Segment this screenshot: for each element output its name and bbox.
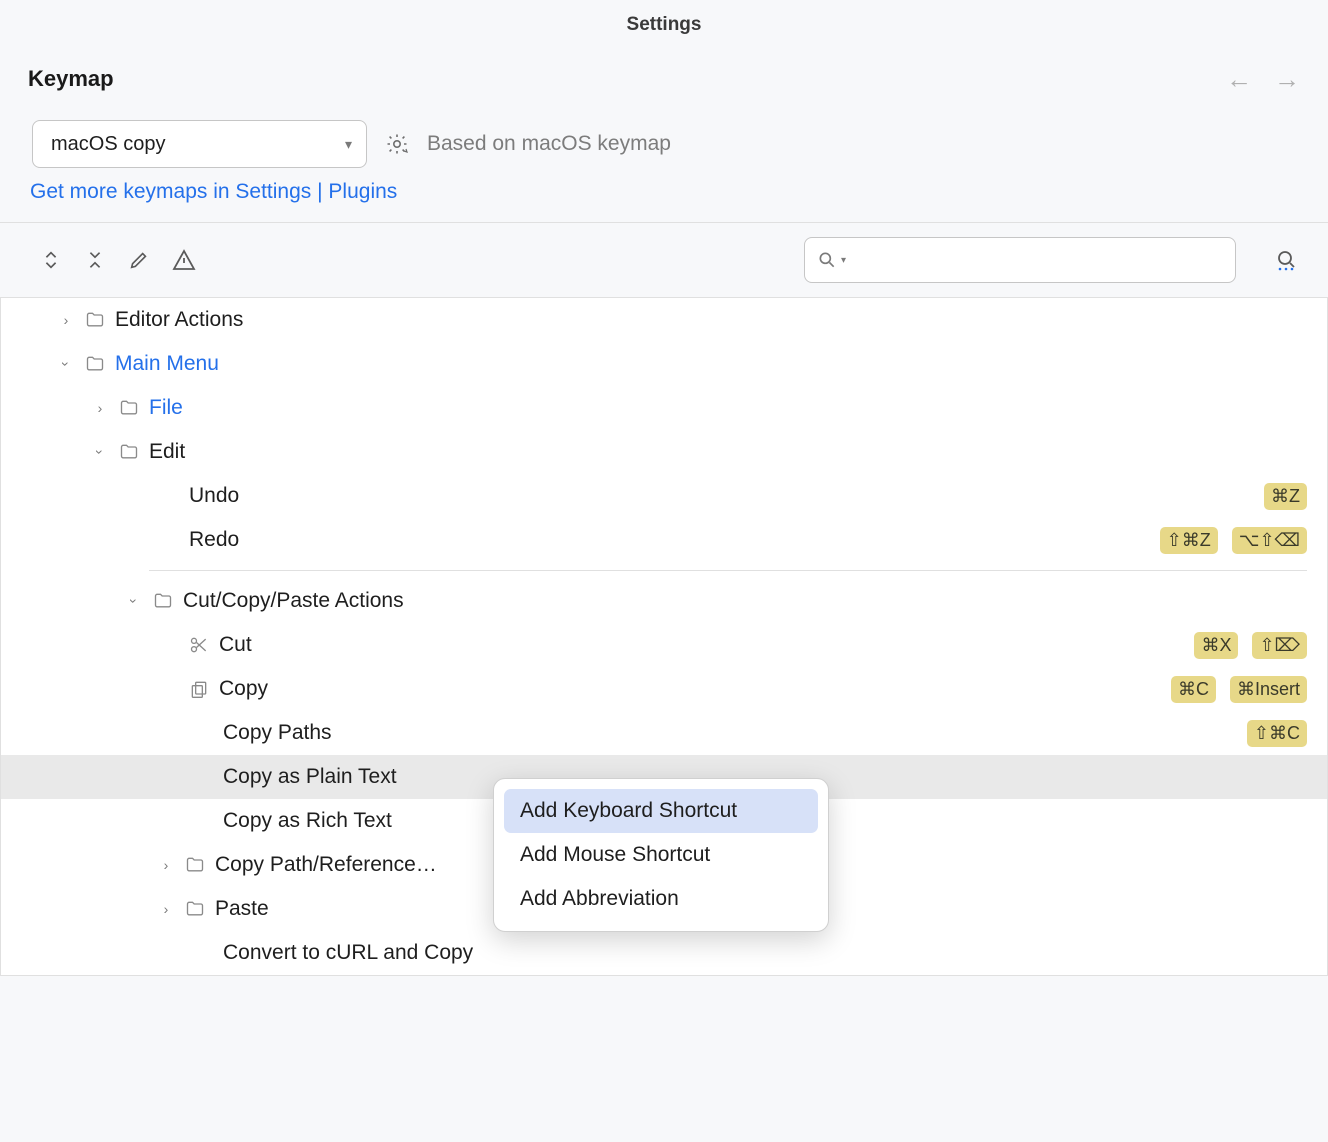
folder-icon [185,855,205,875]
copy-icon [189,679,209,699]
nav-back-icon[interactable]: ← [1226,66,1252,92]
chevron-down-icon: ▾ [345,136,352,153]
tree-node-file[interactable]: › File [1,386,1327,430]
shortcut-badge: ⌘Insert [1230,676,1307,703]
tree-node-edit[interactable]: › Edit [1,430,1327,474]
separator [149,570,1307,571]
tree-label: File [149,396,183,420]
collapse-all-icon[interactable] [84,249,106,271]
tree-node-ccp-actions[interactable]: › Cut/Copy/Paste Actions [1,579,1327,623]
gear-icon[interactable] [385,132,409,156]
scissors-icon [189,635,209,655]
tree-label: Redo [189,528,239,552]
nav-forward-icon[interactable]: → [1274,66,1300,92]
tree-label: Undo [189,484,239,508]
tree-label: Copy Paths [223,721,332,745]
shortcut-badge: ⌘Z [1264,483,1307,510]
shortcut-badge: ⇧⌘Z [1160,527,1218,554]
find-by-shortcut-icon[interactable] [1274,247,1300,273]
folder-icon [85,354,105,374]
tree-leaf-redo[interactable]: Redo ⇧⌘Z ⌥⇧⌫ [1,518,1327,562]
ctx-add-abbreviation[interactable]: Add Abbreviation [504,877,818,921]
edit-icon[interactable] [128,249,150,271]
tree-label: Convert to cURL and Copy [223,941,473,965]
tree-label: Cut [219,633,252,657]
ctx-add-mouse-shortcut[interactable]: Add Mouse Shortcut [504,833,818,877]
shortcut-badge: ⇧⌦ [1252,632,1307,659]
shortcut-badge: ⌘X [1194,632,1238,659]
tree-label: Copy [219,677,268,701]
ctx-add-keyboard-shortcut[interactable]: Add Keyboard Shortcut [504,789,818,833]
expand-all-icon[interactable] [40,249,62,271]
search-input-container[interactable]: ▾ [804,237,1236,283]
shortcut-badge: ⇧⌘C [1247,720,1307,747]
shortcut-badge: ⌥⇧⌫ [1232,527,1307,554]
chevron-right-icon[interactable]: › [157,901,175,917]
tree-label: Main Menu [115,352,219,376]
folder-icon [185,899,205,919]
tree-label: Editor Actions [115,308,243,332]
more-keymaps-link[interactable]: Get more keymaps in Settings | Plugins [30,180,397,203]
tree-label: Copy Path/Reference… [215,853,437,877]
chevron-right-icon[interactable]: › [91,400,109,416]
shortcut-badge: ⌘C [1171,676,1216,703]
search-input[interactable] [850,250,1223,271]
keymap-profile-value: macOS copy [51,133,165,156]
keymap-profile-select[interactable]: macOS copy ▾ [32,120,367,168]
tree-node-editor-actions[interactable]: › Editor Actions [1,298,1327,342]
folder-icon [119,442,139,462]
tree-leaf-undo[interactable]: Undo ⌘Z [1,474,1327,518]
warning-icon[interactable] [172,248,196,272]
tree-label: Cut/Copy/Paste Actions [183,589,404,613]
keymap-tree: › Editor Actions › Main Menu › File [0,298,1328,976]
chevron-down-icon[interactable]: › [92,443,108,461]
tree-label: Copy as Plain Text [223,765,397,789]
window-title: Settings [0,0,1328,48]
context-menu: Add Keyboard Shortcut Add Mouse Shortcut… [493,778,829,932]
tree-leaf-copy[interactable]: Copy ⌘C ⌘Insert [1,667,1327,711]
tree-label: Copy as Rich Text [223,809,392,833]
search-icon [817,250,837,270]
tree-leaf-convert-curl[interactable]: Convert to cURL and Copy [1,931,1327,975]
folder-icon [153,591,173,611]
tree-label: Paste [215,897,269,921]
folder-icon [119,398,139,418]
chevron-right-icon[interactable]: › [57,312,75,328]
page-title: Keymap [28,66,114,92]
chevron-down-icon[interactable]: › [126,592,142,610]
tree-label: Edit [149,440,185,464]
folder-icon [85,310,105,330]
based-on-label: Based on macOS keymap [427,132,671,156]
search-dropdown-icon[interactable]: ▾ [841,255,846,266]
chevron-down-icon[interactable]: › [58,355,74,373]
tree-node-main-menu[interactable]: › Main Menu [1,342,1327,386]
tree-leaf-cut[interactable]: Cut ⌘X ⇧⌦ [1,623,1327,667]
chevron-right-icon[interactable]: › [157,857,175,873]
tree-leaf-copy-paths[interactable]: Copy Paths ⇧⌘C [1,711,1327,755]
